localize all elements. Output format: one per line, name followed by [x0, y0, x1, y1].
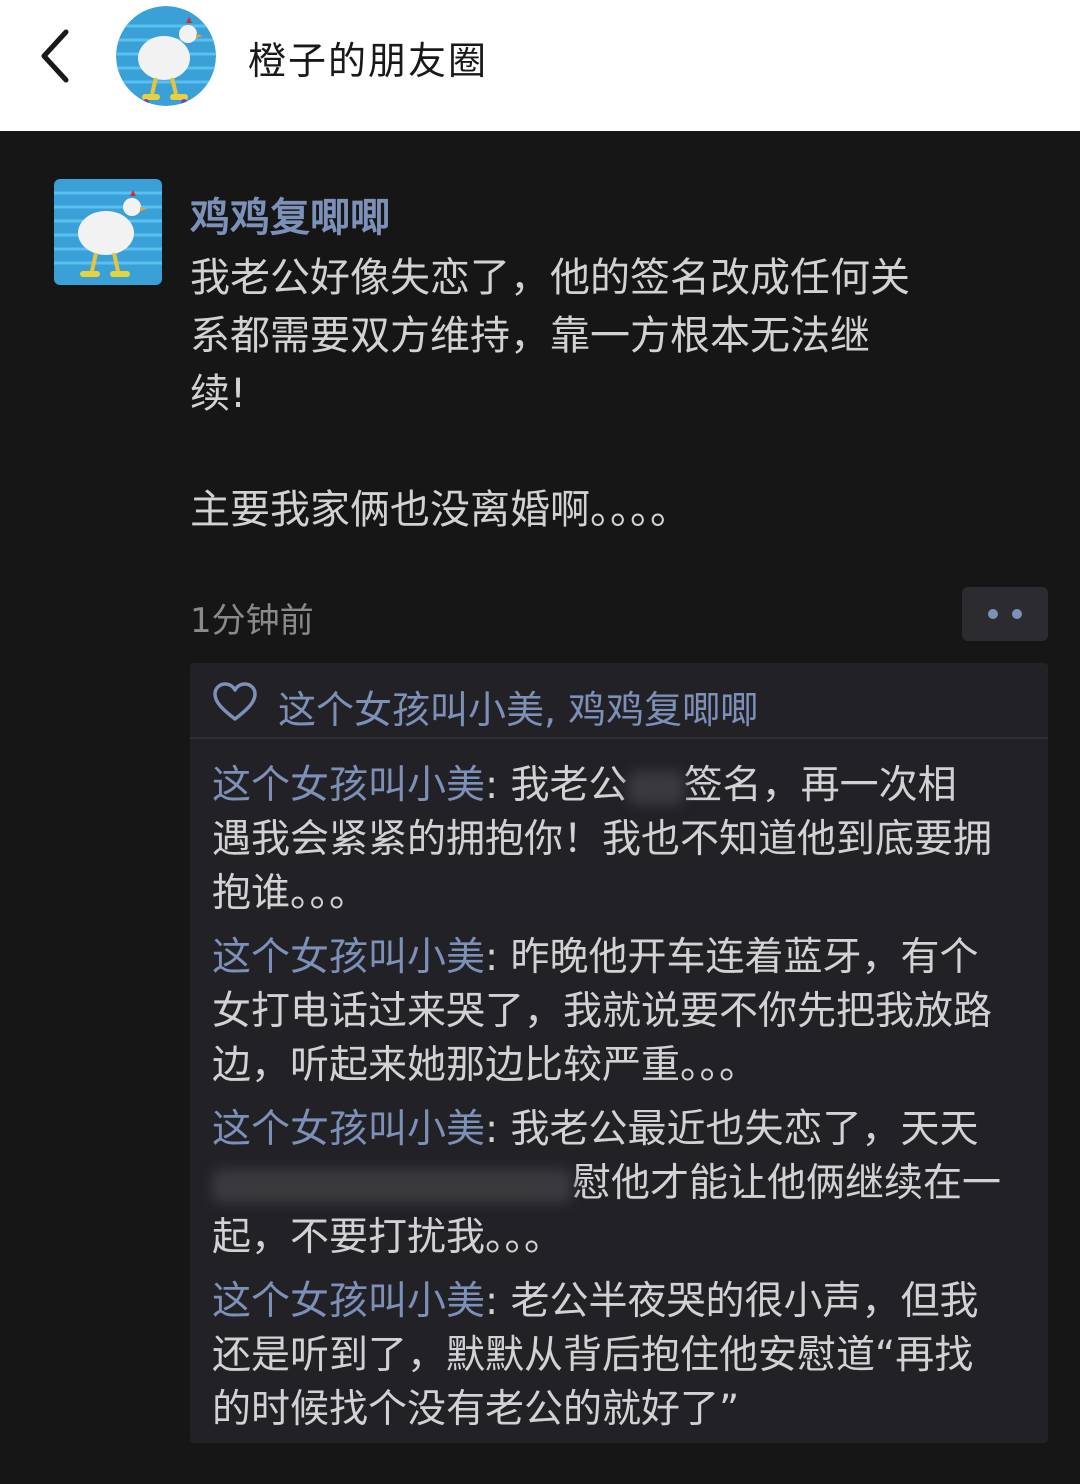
heart-outline-icon [213, 682, 257, 721]
comment-text: : 昨晚他开车连着蓝牙，有个 [485, 935, 979, 980]
more-actions-button[interactable] [962, 587, 1048, 641]
post-text-line: 系都需要双方维持，靠一方根本无法继 [190, 313, 870, 359]
comment-text: 边，听起来她那边比较严重。。。 [212, 1043, 759, 1088]
comment-item[interactable]: 这个女孩叫小美: 我老公最近也失恋了，天天 慰他才能让他俩继续在一 起，不要打扰… [212, 1103, 1042, 1265]
comment-text: : 我老公最近也失恋了，天天 [485, 1107, 979, 1152]
more-dots-icon [988, 609, 998, 619]
comment-text: 遇我会紧紧的拥抱你！我也不知道他到底要拥 [212, 817, 993, 862]
page-title: 橙子的朋友圈 [248, 39, 489, 83]
chevron-left-icon[interactable] [36, 28, 76, 84]
commenter-name[interactable]: 这个女孩叫小美 [212, 1279, 485, 1324]
comments-list: 这个女孩叫小美: 我老公 签名，再一次相 遇我会紧紧的拥抱你！我也不知道他到底要拥… [212, 759, 1042, 1447]
poster-avatar[interactable] [54, 179, 162, 285]
commenter-name[interactable]: 这个女孩叫小美 [212, 935, 485, 980]
comment-text: 慰他才能让他俩继续在一 [572, 1161, 1002, 1206]
blurred-text [627, 770, 684, 805]
comment-item[interactable]: 这个女孩叫小美: 昨晚他开车连着蓝牙，有个 女打电话过来哭了，我就说要不你先把我… [212, 931, 1042, 1093]
moments-feed: 鸡鸡复唧唧 我老公好像失恋了，他的签名改成任何关 系都需要双方维持，靠一方根本无… [0, 131, 1080, 1484]
comment-text: 签名，再一次相 [683, 763, 957, 808]
poster-name[interactable]: 鸡鸡复唧唧 [190, 185, 390, 243]
top-navigation-bar: 橙子的朋友圈 [0, 0, 1080, 131]
profile-avatar[interactable] [116, 6, 216, 106]
comment-text: 起，不要打扰我。。。 [212, 1215, 564, 1260]
likers-list[interactable]: 这个女孩叫小美, 鸡鸡复唧唧 [278, 679, 758, 734]
interaction-panel: 这个女孩叫小美, 鸡鸡复唧唧 这个女孩叫小美: 我老公 签名，再一次相 遇我会紧紧… [190, 663, 1048, 1443]
commenter-name[interactable]: 这个女孩叫小美 [212, 1107, 485, 1152]
post-text-line: 续! [190, 371, 247, 417]
comment-text: 的时候找个没有老公的就好了” [212, 1387, 740, 1432]
comment-text: 还是听到了，默默从背后抱住他安慰道“再找 [212, 1333, 974, 1378]
more-dots-icon [1012, 609, 1022, 619]
commenter-name[interactable]: 这个女孩叫小美 [212, 763, 485, 808]
comment-item[interactable]: 这个女孩叫小美: 我老公 签名，再一次相 遇我会紧紧的拥抱你！我也不知道他到底要拥… [212, 759, 1042, 921]
comment-text: : 老公半夜哭的很小声，但我 [485, 1279, 979, 1324]
comment-text: : 我老公 [485, 763, 628, 808]
post-text-line: 主要我家俩也没离婚啊。。。。 [190, 487, 690, 533]
comment-text: 女打电话过来哭了，我就说要不你先把我放路 [212, 989, 993, 1034]
blurred-text [212, 1168, 572, 1203]
comment-text: 抱谁。。。 [212, 871, 369, 916]
likes-row: 这个女孩叫小美, 鸡鸡复唧唧 [190, 663, 1048, 739]
post-text-line: 我老公好像失恋了，他的签名改成任何关 [190, 255, 910, 301]
comment-item[interactable]: 这个女孩叫小美: 老公半夜哭的很小声，但我 还是听到了，默默从背后抱住他安慰道“… [212, 1275, 1042, 1437]
post-text: 我老公好像失恋了，他的签名改成任何关 系都需要双方维持，靠一方根本无法继 续! … [190, 249, 1040, 539]
post-timestamp: 1分钟前 [190, 601, 314, 641]
